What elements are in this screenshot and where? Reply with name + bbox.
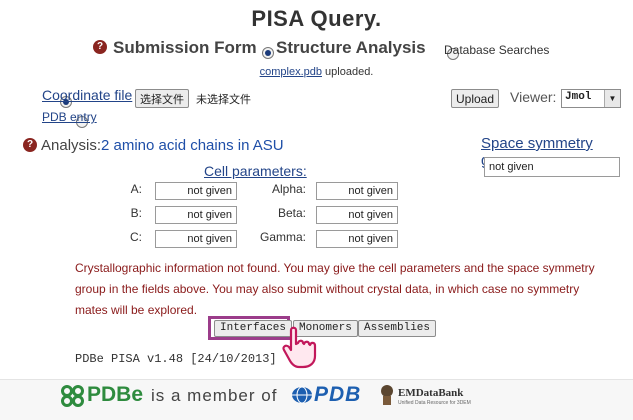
viewer-select[interactable]: Jmol ▼ xyxy=(561,89,621,108)
pdb-entry-link[interactable]: PDB entry xyxy=(42,110,97,124)
param-beta-label: Beta: xyxy=(277,206,306,220)
param-alpha-input[interactable] xyxy=(316,182,398,200)
uploaded-suffix: uploaded. xyxy=(321,66,374,78)
param-beta-input[interactable] xyxy=(316,206,398,224)
param-gamma-input[interactable] xyxy=(316,230,398,248)
viewer-select-value: Jmol xyxy=(565,91,592,103)
assemblies-button[interactable]: Assemblies xyxy=(358,320,437,337)
submission-form-title: Submission Form xyxy=(113,38,257,57)
help-icon[interactable]: ? xyxy=(93,40,107,54)
param-alpha-label: Alpha: xyxy=(271,182,306,196)
pdbe-logo-text[interactable]: PDBe xyxy=(87,383,143,407)
structure-analysis-label[interactable]: Structure Analysis xyxy=(276,38,426,58)
analysis-help-icon[interactable]: ? xyxy=(23,138,37,152)
pdb-logo-text[interactable]: PDB xyxy=(314,383,361,407)
param-b-input[interactable] xyxy=(155,206,237,224)
param-c-label: C: xyxy=(130,230,142,244)
analysis-label: Analysis: xyxy=(41,137,102,154)
version-text: PDBe PISA v1.48 [24/10/2013] xyxy=(75,352,277,366)
warning-line-1: Crystallographic information not found. … xyxy=(75,261,595,275)
cell-parameters-title[interactable]: Cell parameters: xyxy=(204,163,307,179)
upload-button[interactable]: Upload xyxy=(451,89,500,108)
param-c-input[interactable] xyxy=(155,230,237,248)
choose-file-button[interactable]: 选择文件 xyxy=(135,89,189,108)
pdbe-logo-icon[interactable] xyxy=(60,385,86,407)
emdatabank-logo-text[interactable]: EMDataBank xyxy=(398,387,463,399)
hand-cursor-icon xyxy=(282,326,317,369)
space-group-input[interactable] xyxy=(484,157,620,177)
warning-line-3: mates will be explored. xyxy=(75,303,198,317)
viewer-label: Viewer: xyxy=(510,89,557,105)
coordinate-file-link[interactable]: Coordinate file xyxy=(42,87,132,103)
page-title: PISA Query. xyxy=(251,6,382,31)
pdb-globe-icon[interactable] xyxy=(291,386,313,404)
crystal-warning: Crystallographic information not found. … xyxy=(75,258,615,321)
no-file-text: 未选择文件 xyxy=(196,93,251,106)
param-b-label: B: xyxy=(130,206,142,220)
emdatabank-subtitle: Unified Data Resource for 3DEM xyxy=(398,400,471,406)
chevron-down-icon[interactable]: ▼ xyxy=(604,90,620,107)
param-a-label: A: xyxy=(130,182,142,196)
uploaded-file-link[interactable]: complex.pdb xyxy=(260,66,322,78)
analysis-value: 2 amino acid chains in ASU xyxy=(101,137,284,154)
radio-structure-analysis[interactable] xyxy=(262,46,274,59)
warning-line-2: group in the fields above. You may also … xyxy=(75,282,580,296)
emdatabank-logo-icon[interactable] xyxy=(378,384,396,406)
param-gamma-label: Gamma: xyxy=(259,230,306,244)
upload-status: complex.pdb uploaded. xyxy=(0,66,633,78)
param-a-input[interactable] xyxy=(155,182,237,200)
database-searches-label[interactable]: Database Searches xyxy=(444,43,549,57)
member-text: is a member of xyxy=(151,386,278,405)
